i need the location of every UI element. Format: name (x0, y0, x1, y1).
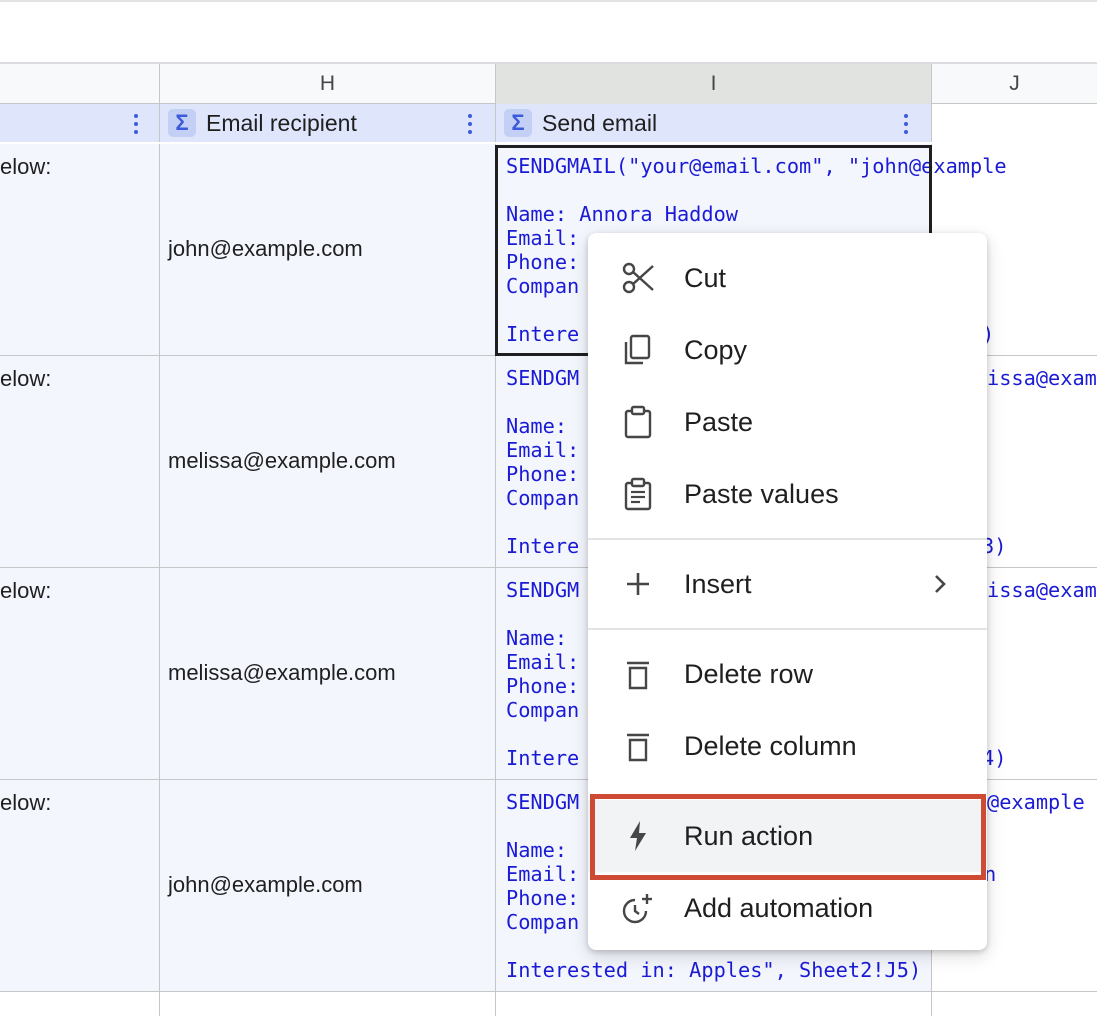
formula-line: Compan (506, 910, 580, 934)
formula-line: SENDGM (506, 578, 580, 602)
cell-g3[interactable]: elow: (0, 356, 160, 568)
header-label-send-email: Send email (542, 109, 658, 136)
run-action-highlight (590, 794, 986, 880)
cell-h2[interactable]: john@example.com (160, 144, 496, 356)
scissors-icon (622, 262, 654, 294)
menu-label: Add automation (684, 892, 874, 923)
sigma-icon: Σ (168, 109, 196, 137)
formula-text: SENDGM Name: Email: Phone: Compan Intere (506, 366, 579, 558)
menu-item-cut[interactable]: Cut (588, 242, 987, 314)
formula-line: Phone: (506, 886, 580, 910)
cell-h6[interactable] (160, 992, 496, 1016)
recipient-text: melissa@example.com (168, 448, 396, 473)
formula-line: Compan (506, 698, 580, 722)
menu-item-add-automation[interactable]: Add automation (588, 872, 987, 944)
menu-item-delete-row[interactable]: Delete row (588, 638, 987, 710)
toolbar-area (0, 0, 1097, 64)
formula-line: Email: (506, 862, 580, 886)
header-cell-g[interactable] (0, 104, 160, 142)
formula-line: Intere (506, 746, 580, 770)
column-letter-i[interactable]: I (496, 64, 932, 104)
formula-line: Name: (506, 838, 568, 862)
formula-line: Email: (506, 650, 580, 674)
kebab-icon[interactable] (460, 112, 480, 136)
cell-g6[interactable] (0, 992, 160, 1016)
trash-icon (627, 733, 649, 762)
cell-text: elow: (0, 154, 52, 179)
kebab-icon[interactable] (896, 112, 916, 136)
formula-spill: issa@exam (987, 578, 1097, 602)
sigma-icon: Σ (504, 109, 532, 137)
cell-text: elow: (0, 578, 52, 603)
formula-line: Name: (506, 414, 568, 438)
cell-i6[interactable] (496, 992, 932, 1016)
cell-text: elow: (0, 790, 52, 815)
column-letters-bar: H I J (0, 64, 1097, 104)
formula-line: SENDGM (506, 790, 580, 814)
cell-text: elow: (0, 366, 52, 391)
formula-line: Interested in: Apples", Sheet2!J5) (506, 958, 922, 982)
header-cell-email-recipient[interactable]: Σ Email recipient (160, 104, 496, 142)
column-letter-g[interactable] (0, 64, 160, 104)
plus-icon (627, 573, 649, 595)
trash-icon (627, 661, 649, 690)
formula-line: SENDGM (506, 366, 580, 390)
menu-item-paste[interactable]: Paste (588, 386, 987, 458)
paste-values-icon (624, 477, 652, 511)
menu-label: Copy (684, 334, 748, 365)
formula-line: Phone: (506, 462, 580, 486)
menu-label: Cut (684, 262, 727, 293)
menu-item-paste-values[interactable]: Paste values (588, 458, 987, 530)
cell-g5[interactable]: elow: (0, 780, 160, 992)
menu-separator (588, 538, 987, 540)
menu-label: Delete column (684, 730, 857, 761)
header-label-email-recipient: Email recipient (206, 109, 357, 136)
menu-label: Paste values (684, 478, 839, 509)
recipient-text: john@example.com (168, 236, 363, 261)
column-letter-j[interactable]: J (932, 64, 1097, 104)
menu-label: Delete row (684, 658, 814, 689)
cell-g2[interactable]: elow: (0, 144, 160, 356)
menu-separator (588, 628, 987, 630)
formula-line: Compan (506, 486, 580, 510)
recipient-text: john@example.com (168, 872, 363, 897)
automation-clock-icon (622, 894, 652, 924)
cell-g4[interactable]: elow: (0, 568, 160, 780)
formula-line: Intere (506, 534, 580, 558)
menu-item-insert[interactable]: Insert (588, 548, 987, 620)
cell-h4[interactable]: melissa@example.com (160, 568, 496, 780)
recipient-text: melissa@example.com (168, 660, 396, 685)
formula-text: SENDGM Name: Email: Phone: Compan Intere (506, 578, 579, 770)
formula-line: Phone: (506, 674, 580, 698)
kebab-icon[interactable] (126, 112, 146, 136)
header-cell-send-email[interactable]: Σ Send email (496, 104, 932, 142)
menu-label: Paste (684, 406, 754, 437)
column-letter-h[interactable]: H (160, 64, 496, 104)
formula-spill: issa@exam (987, 366, 1097, 390)
copy-icon (624, 334, 651, 365)
clipboard-icon (624, 405, 652, 439)
chevron-right-icon (935, 575, 946, 593)
cell-h5[interactable]: john@example.com (160, 780, 496, 992)
menu-label: Insert (684, 568, 752, 599)
formula-spill: @example (987, 790, 1085, 814)
cell-h3[interactable]: melissa@example.com (160, 356, 496, 568)
menu-item-delete-column[interactable]: Delete column (588, 710, 987, 782)
menu-item-copy[interactable]: Copy (588, 314, 987, 386)
formula-line: Name: (506, 626, 568, 650)
column-header-row: Σ Email recipient Σ Send email (0, 104, 1097, 248)
formula-line: Email: (506, 438, 580, 462)
